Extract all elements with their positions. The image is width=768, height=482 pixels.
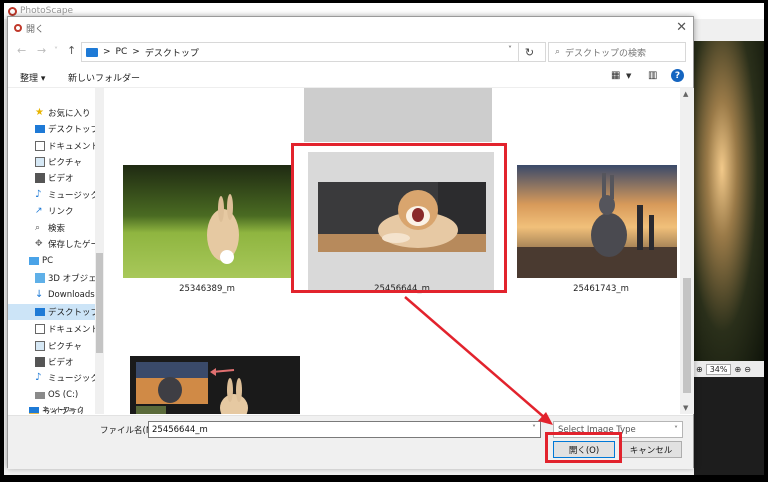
annotation-arrow [404,296,553,425]
